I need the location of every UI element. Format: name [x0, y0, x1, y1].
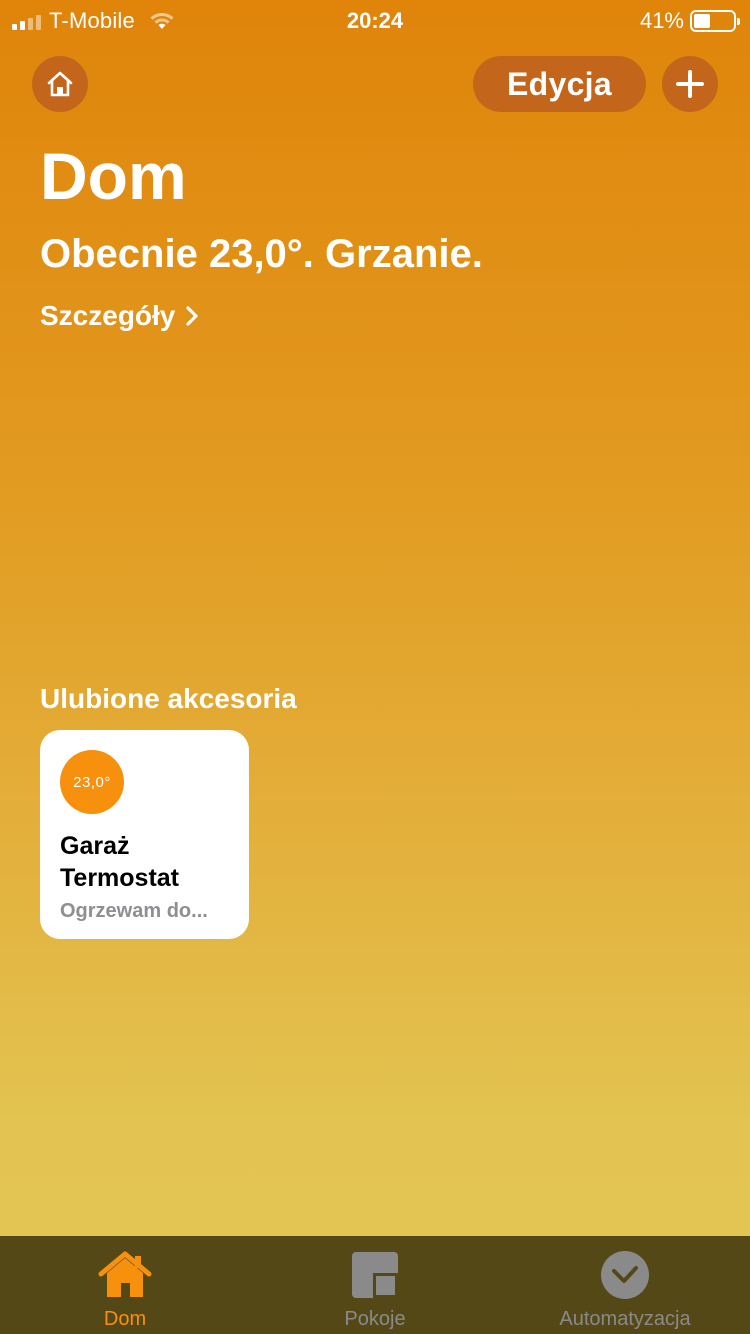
- tab-bar: Dom Pokoje Automatyzacja: [0, 1236, 750, 1334]
- tab-automation-label: Automatyzacja: [559, 1308, 691, 1330]
- tab-rooms-label: Pokoje: [344, 1308, 406, 1330]
- status-right: 41%: [639, 8, 740, 34]
- home-status-summary: Obecnie 23,0°. Grzanie.: [40, 232, 483, 276]
- accessory-type: Termostat: [60, 864, 180, 892]
- accessory-status: Ogrzewam do...: [60, 900, 208, 922]
- battery-icon: [690, 10, 740, 32]
- tab-home[interactable]: Dom: [0, 1236, 250, 1334]
- status-time: 20:24: [346, 8, 404, 33]
- edit-button[interactable]: Edycja: [473, 56, 646, 112]
- accessory-room: Garaż: [60, 832, 130, 860]
- tab-rooms[interactable]: Pokoje: [250, 1236, 500, 1334]
- tab-home-label: Dom: [103, 1308, 147, 1330]
- house-icon: [47, 71, 73, 97]
- rooms-icon: [347, 1250, 403, 1300]
- page-title: Dom: [40, 139, 187, 213]
- favorites-section-title: Ulubione akcesoria: [40, 683, 297, 714]
- battery-fill: [694, 14, 710, 28]
- accessory-name: Garaż Termostat: [60, 830, 179, 894]
- details-label: Szczegóły: [40, 300, 176, 331]
- house-icon: [97, 1250, 153, 1300]
- temperature-badge: 23,0°: [60, 750, 124, 814]
- clock-check-icon: [597, 1250, 653, 1300]
- tab-automation[interactable]: Automatyzacja: [500, 1236, 750, 1334]
- details-link[interactable]: Szczegóły: [40, 300, 199, 332]
- battery-percentage: 41%: [639, 8, 684, 33]
- plus-icon: [676, 70, 704, 98]
- status-bar: T-Mobile 20:24 41%: [0, 0, 750, 40]
- accessory-tile-thermostat[interactable]: 23,0° Garaż Termostat Ogrzewam do...: [40, 730, 249, 939]
- home-settings-button[interactable]: [32, 56, 88, 112]
- add-button[interactable]: [662, 56, 718, 112]
- chevron-right-icon: [186, 306, 198, 326]
